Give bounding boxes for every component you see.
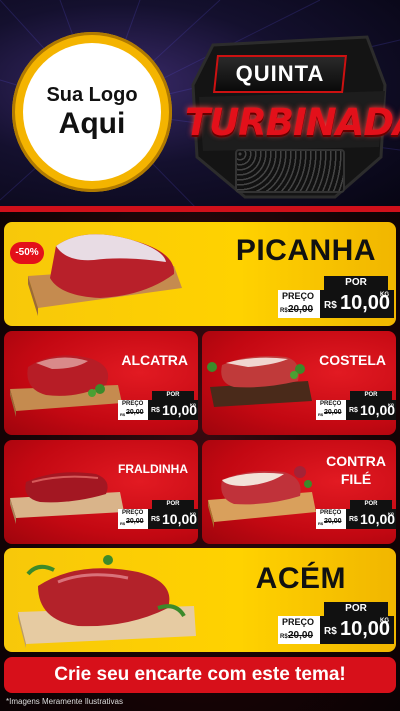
- currency: R$: [151, 407, 160, 414]
- product-title-line-2: FILÉ: [340, 471, 372, 487]
- new-price-box: R$ 10,00 KG: [320, 616, 394, 644]
- fraldinha-image: [10, 472, 124, 524]
- logo-line-2: Aqui: [58, 107, 126, 140]
- new-price-box: R$ 10,00 KG: [346, 509, 396, 529]
- product-card-acem[interactable]: ACÉM POR PREÇO R$ 20,00 R$ 10,00 KG: [4, 548, 396, 652]
- old-price: 20,00: [288, 630, 314, 641]
- unit: KG: [380, 618, 389, 624]
- product-title: COSTELA: [319, 352, 386, 368]
- por-label: POR: [350, 391, 392, 400]
- old-price: 20,00: [324, 518, 342, 525]
- unit: KG: [388, 511, 394, 516]
- price-tag: POR PREÇO R$ 20,00 R$ 10,00 KG: [118, 391, 198, 423]
- old-price-box: PREÇO R$ 20,00: [316, 509, 346, 529]
- product-title: ACÉM: [255, 562, 346, 595]
- por-label: POR: [324, 602, 388, 616]
- currency: R$: [324, 626, 337, 637]
- product-title: ALCATRA: [121, 352, 188, 368]
- product-title: CONTRA FILÉ: [326, 452, 386, 488]
- por-label: POR: [152, 500, 194, 509]
- product-title: PICANHA: [235, 234, 376, 267]
- old-price-box: PREÇO R$ 20,00: [118, 509, 148, 529]
- old-price: 20,00: [126, 518, 144, 525]
- alcatra-image: [10, 355, 122, 417]
- costela-image: [207, 356, 312, 407]
- price-tag: POR PREÇO R$ 20,00 R$ 10,00 KG: [278, 274, 396, 324]
- por-label: POR: [324, 276, 388, 290]
- badge-bottom-text: TURBINADA: [185, 101, 400, 144]
- discount-badge: -50%: [10, 242, 44, 264]
- badge-top-text: QUINTA: [235, 61, 325, 86]
- unit: KG: [388, 402, 394, 407]
- por-label: POR: [350, 500, 392, 509]
- old-currency: R$: [318, 521, 324, 526]
- currency: R$: [349, 516, 358, 523]
- old-price-box: PREÇO R$ 20,00: [278, 616, 320, 644]
- price-tag: POR PREÇO R$ 20,00 R$ 10,00 KG: [278, 600, 396, 650]
- quinta-turbinada-badge: QUINTA TURBINADA: [185, 25, 400, 200]
- preco-label: PREÇO: [320, 510, 342, 516]
- new-price-box: R$ 10,00 KG: [148, 509, 198, 529]
- old-price-box: PREÇO R$ 20,00: [278, 290, 320, 318]
- acem-image: [18, 555, 196, 648]
- old-price: 20,00: [126, 409, 144, 416]
- logo-circle: Sua Logo Aqui: [23, 43, 161, 181]
- old-price: 20,00: [324, 409, 342, 416]
- picanha-image: [28, 234, 182, 316]
- currency: R$: [349, 407, 358, 414]
- preco-label: PREÇO: [122, 510, 144, 516]
- price-tag: POR PREÇO R$ 20,00 R$ 10,00 KG: [118, 500, 198, 532]
- product-title: FRALDINHA: [118, 462, 188, 476]
- product-card-contra-file[interactable]: CONTRA FILÉ POR PREÇO R$ 20,00 R$ 10,00 …: [202, 440, 396, 544]
- old-currency: R$: [318, 412, 324, 417]
- product-title-line-1: CONTRA: [326, 453, 386, 469]
- old-price-box: PREÇO R$ 20,00: [118, 400, 148, 420]
- unit: KG: [190, 511, 196, 516]
- unit: KG: [380, 292, 389, 298]
- logo-badge: Sua Logo Aqui: [12, 32, 172, 192]
- disclaimer-text: *Imagens Meramente Ilustrativas: [6, 697, 123, 706]
- preco-label: PREÇO: [122, 401, 144, 407]
- old-currency: R$: [120, 412, 126, 417]
- contra-file-image: [208, 466, 316, 528]
- badge-grill: [235, 149, 345, 193]
- logo-line-1: Sua Logo: [46, 84, 138, 106]
- por-label: POR: [152, 391, 194, 400]
- old-currency: R$: [120, 521, 126, 526]
- product-card-costela[interactable]: COSTELA POR PREÇO R$ 20,00 R$ 10,00 KG: [202, 331, 396, 435]
- new-price-box: R$ 10,00 KG: [148, 400, 198, 420]
- price-tag: POR PREÇO R$ 20,00 R$ 10,00 KG: [316, 391, 396, 423]
- new-price-box: R$ 10,00 KG: [320, 290, 394, 318]
- new-price-box: R$ 10,00 KG: [346, 400, 396, 420]
- product-card-picanha[interactable]: -50% PICANHA POR PREÇO R$ 20,00 R$ 10,00…: [4, 222, 396, 326]
- preco-label: PREÇO: [320, 401, 342, 407]
- product-card-alcatra[interactable]: ALCATRA POR PREÇO R$ 20,00 R$ 10,00 KG: [4, 331, 198, 435]
- price-tag: POR PREÇO R$ 20,00 R$ 10,00 KG: [316, 500, 396, 532]
- unit: KG: [190, 402, 196, 407]
- product-card-fraldinha[interactable]: FRALDINHA POR PREÇO R$ 20,00 R$ 10,00 KG: [4, 440, 198, 544]
- preco-label: PREÇO: [282, 291, 315, 301]
- old-price: 20,00: [288, 304, 314, 315]
- header-banner: Sua Logo Aqui QUINTA TURBINADA: [0, 0, 400, 212]
- currency: R$: [324, 300, 337, 311]
- old-currency: R$: [280, 308, 288, 314]
- cta-button[interactable]: Crie seu encarte com este tema!: [4, 657, 396, 693]
- preco-label: PREÇO: [282, 617, 315, 627]
- currency: R$: [151, 516, 160, 523]
- old-price-box: PREÇO R$ 20,00: [316, 400, 346, 420]
- old-currency: R$: [280, 634, 288, 640]
